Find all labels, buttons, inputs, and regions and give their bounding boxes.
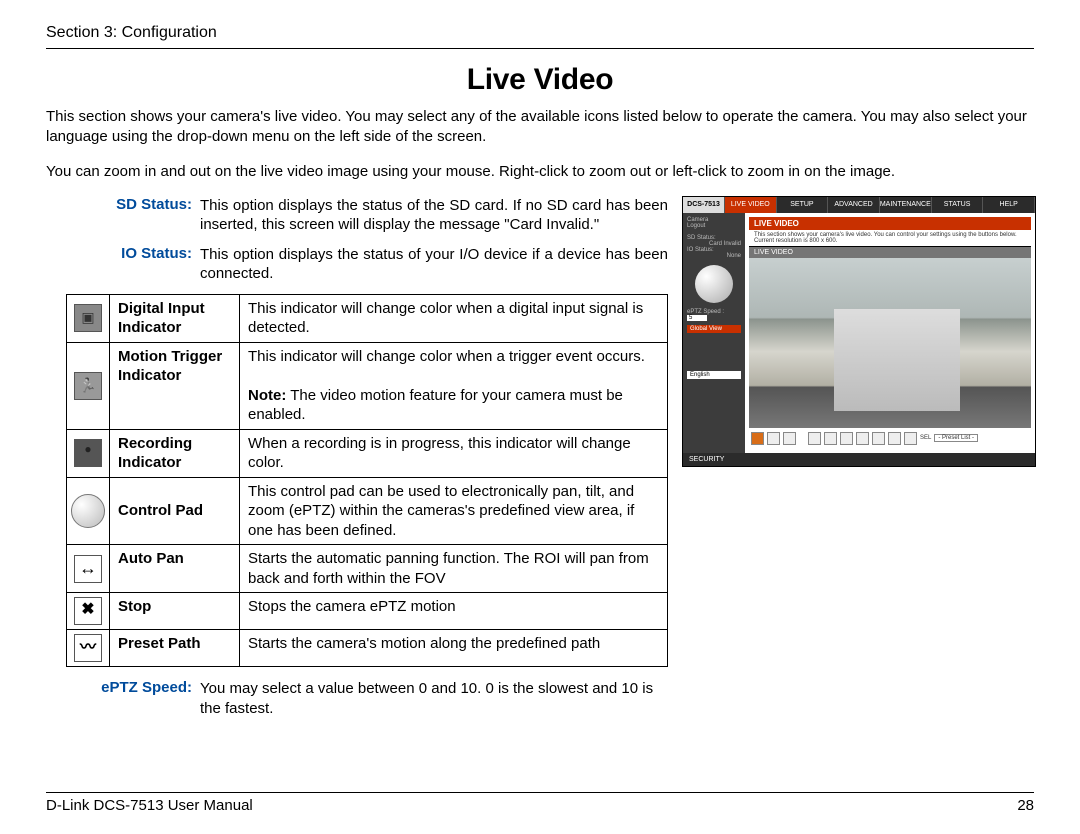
io-status-label: IO Status: <box>46 245 192 284</box>
note-text: The video motion feature for your camera… <box>248 387 623 424</box>
io-status-row: IO Status: This option displays the stat… <box>46 245 668 284</box>
shot-main: LIVE VIDEO This section shows your camer… <box>745 213 1035 453</box>
table-row: Recording Indicator When a recording is … <box>67 429 668 477</box>
row-name: Auto Pan <box>110 545 240 593</box>
row-desc: This indicator will change color when a … <box>240 294 668 342</box>
shot-preset-list[interactable]: - Preset List - <box>934 434 978 442</box>
row-name: Motion Trigger Indicator <box>110 342 240 429</box>
shot-eptz-label: ePTZ Speed : <box>687 309 741 315</box>
row-desc: This control pad can be used to electron… <box>240 477 668 545</box>
shot-toolbar-sel: SEL <box>920 435 931 441</box>
shot-section-bar: LIVE VIDEO <box>749 247 1031 258</box>
control-pad-icon <box>67 477 110 545</box>
shot-footer: SECURITY <box>683 453 1035 466</box>
footer-page: 28 <box>1017 797 1034 814</box>
row-desc: Stops the camera ePTZ motion <box>240 593 668 630</box>
sd-status-body: This option displays the status of the S… <box>200 196 668 235</box>
page-title: Live Video <box>46 63 1034 97</box>
left-column: SD Status: This option displays the stat… <box>46 196 668 729</box>
stop-icon <box>67 593 110 630</box>
shot-toolbar: SEL - Preset List - <box>749 428 1031 449</box>
shot-btn-6[interactable] <box>840 432 853 445</box>
shot-nav-advanced[interactable]: ADVANCED <box>828 197 880 213</box>
motion-trigger-icon <box>67 342 110 429</box>
shot-btn-9[interactable] <box>888 432 901 445</box>
shot-pane-sub: This section shows your camera's live vi… <box>749 230 1031 247</box>
row-name: Stop <box>110 593 240 630</box>
eptz-speed-row: ePTZ Speed: You may select a value betwe… <box>46 679 668 718</box>
note-label: Note: <box>248 387 286 404</box>
row-desc: When a recording is in progress, this in… <box>240 429 668 477</box>
sd-status-row: SD Status: This option displays the stat… <box>46 196 668 235</box>
shot-nav-maintenance[interactable]: MAINTENANCE <box>880 197 932 213</box>
shot-sidebar: Camera Logout SD Status: Card Invalid IO… <box>683 213 745 453</box>
intro-paragraph-2: You can zoom in and out on the live vide… <box>46 162 1034 182</box>
shot-nav-setup[interactable]: SETUP <box>777 197 829 213</box>
section-label: Section 3: Configuration <box>46 24 1034 42</box>
table-row: Auto Pan Starts the automatic panning fu… <box>67 545 668 593</box>
auto-pan-icon <box>67 545 110 593</box>
table-row: Stop Stops the camera ePTZ motion <box>67 593 668 630</box>
shot-btn-10[interactable] <box>904 432 917 445</box>
shot-live-video[interactable] <box>749 258 1031 428</box>
footer-rule <box>46 792 1034 793</box>
shot-btn-3[interactable] <box>783 432 796 445</box>
shot-pane-title: LIVE VIDEO <box>749 217 1031 230</box>
shot-eptz-value[interactable]: 5 <box>687 315 707 321</box>
table-row: Motion Trigger Indicator This indicator … <box>67 342 668 429</box>
shot-io-value: None <box>687 253 741 259</box>
shot-btn-7[interactable] <box>856 432 869 445</box>
row-name: Preset Path <box>110 630 240 667</box>
shot-nav: DCS-7513 LIVE VIDEO SETUP ADVANCED MAINT… <box>683 197 1035 213</box>
icon-table: Digital Input Indicator This indicator w… <box>66 294 668 668</box>
eptz-speed-body: You may select a value between 0 and 10.… <box>200 679 668 718</box>
row-desc: Starts the camera's motion along the pre… <box>240 630 668 667</box>
recording-icon <box>67 429 110 477</box>
digital-input-icon <box>67 294 110 342</box>
table-row: Control Pad This control pad can be used… <box>67 477 668 545</box>
preset-path-icon <box>67 630 110 667</box>
row-desc-text: This indicator will change color when a … <box>248 348 645 365</box>
shot-btn-8[interactable] <box>872 432 885 445</box>
row-name: Digital Input Indicator <box>110 294 240 342</box>
shot-global-view[interactable]: Global View <box>687 325 741 333</box>
shot-control-pad[interactable] <box>695 265 733 303</box>
table-row: Preset Path Starts the camera's motion a… <box>67 630 668 667</box>
shot-btn-5[interactable] <box>824 432 837 445</box>
sd-status-label: SD Status: <box>46 196 192 235</box>
section-header: Section 3: Configuration <box>46 24 1034 49</box>
table-row: Digital Input Indicator This indicator w… <box>67 294 668 342</box>
shot-model: DCS-7513 <box>683 197 725 213</box>
row-name: Recording Indicator <box>110 429 240 477</box>
ui-screenshot: DCS-7513 LIVE VIDEO SETUP ADVANCED MAINT… <box>682 196 1036 467</box>
header-rule <box>46 48 1034 49</box>
row-desc: Starts the automatic panning function. T… <box>240 545 668 593</box>
intro-paragraph-1: This section shows your camera's live vi… <box>46 107 1034 148</box>
shot-btn-2[interactable] <box>767 432 780 445</box>
shot-language-select[interactable]: English <box>687 371 741 379</box>
footer-left: D-Link DCS-7513 User Manual <box>46 797 253 814</box>
page-footer: D-Link DCS-7513 User Manual 28 <box>46 792 1034 814</box>
eptz-speed-label: ePTZ Speed: <box>46 679 192 718</box>
shot-btn-4[interactable] <box>808 432 821 445</box>
row-desc: This indicator will change color when a … <box>240 342 668 429</box>
row-name: Control Pad <box>110 477 240 545</box>
shot-nav-help[interactable]: HELP <box>983 197 1035 213</box>
shot-nav-live[interactable]: LIVE VIDEO <box>725 197 777 213</box>
io-status-body: This option displays the status of your … <box>200 245 668 284</box>
shot-btn-1[interactable] <box>751 432 764 445</box>
shot-nav-status[interactable]: STATUS <box>932 197 984 213</box>
